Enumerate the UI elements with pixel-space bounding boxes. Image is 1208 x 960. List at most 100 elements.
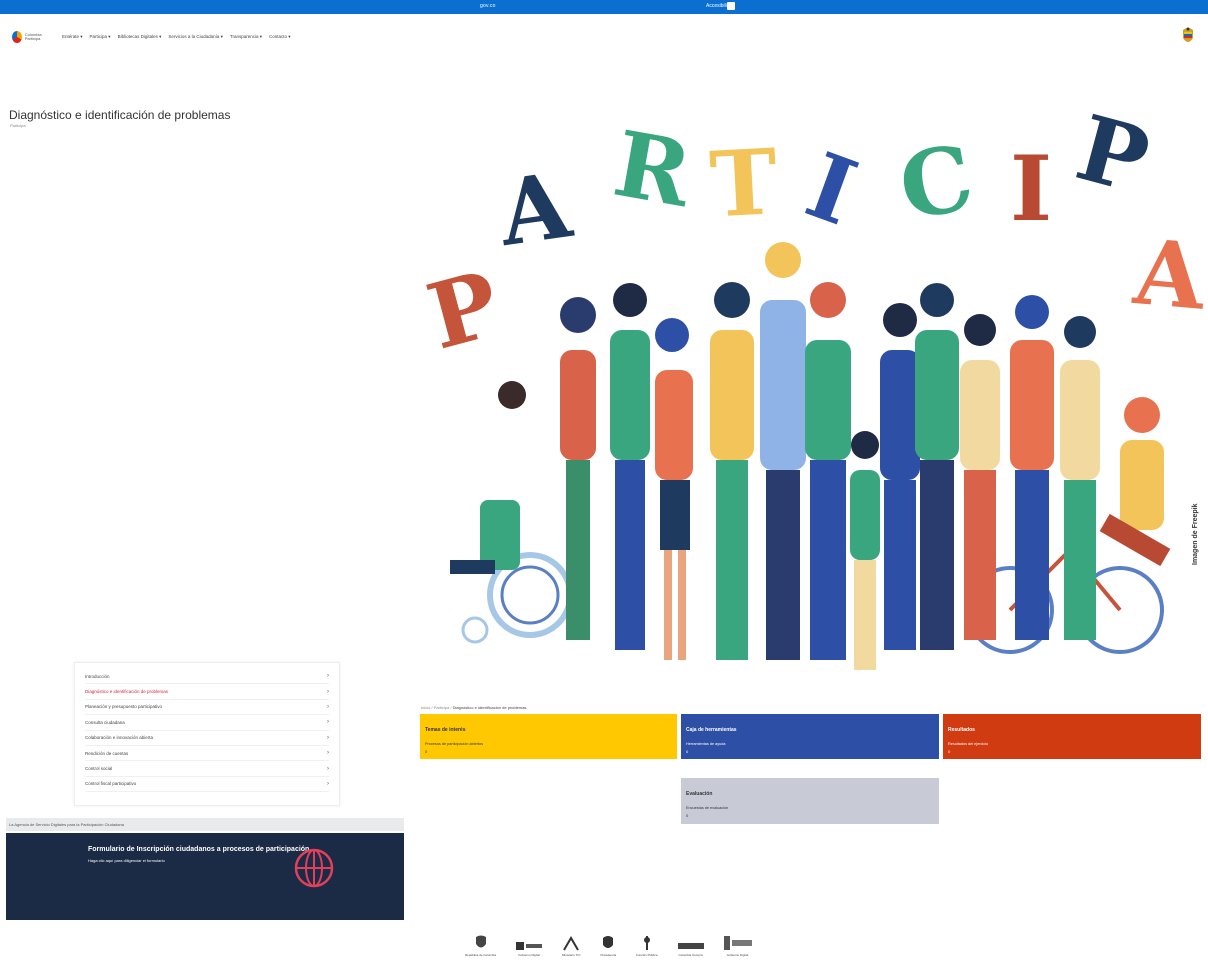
menu-item-introduccion[interactable]: Introducción › [85,669,329,685]
crowd-figures [450,242,1171,670]
promo-note-bar: La Agencia de Servicio Digitales para la… [6,818,404,831]
hero-letter-a2: A [1129,219,1208,331]
breadcrumb-current: Diagnóstico e identificación de problema… [452,705,527,710]
chevron-right-icon: › [327,673,329,680]
footer-logo-label: Ministerio TIC [562,953,581,957]
footer-logo-presidencia[interactable]: Presidencia [600,934,616,957]
menu-item-planeacion[interactable]: Planeación y presupuesto participativo › [85,700,329,716]
hero-letter-t: T [707,129,779,238]
menu-item-label: Control social [85,766,113,772]
card-count: 0 [948,749,951,754]
hero-letter-c: C [892,125,981,242]
side-menu: Introducción › Diagnóstico e identificaci… [74,662,340,806]
card-count: 0 [686,813,689,818]
card-title: Resultados [948,727,975,733]
hero-letter-a1: A [492,152,578,267]
site-header: Colombia Participa Entérate ▾ Participa … [0,24,1208,52]
footer-logo-colombia-compra[interactable]: Colombia Compra [677,940,704,957]
nav-item-enterate[interactable]: Entérate ▾ [62,34,83,40]
menu-item-label: Introducción [85,673,110,679]
nav-item-bibliotecas[interactable]: Bibliotecas Digitales ▾ [118,34,162,40]
registration-promo-banner[interactable]: Formulario de Inscripción ciudadanos a p… [6,833,404,920]
menu-item-diagnostico[interactable]: Diagnóstico e identificación de problema… [85,684,329,700]
nav-item-contacto[interactable]: Contacto ▾ [269,34,291,40]
footer-logo-colombia[interactable]: República de Colombia [465,934,496,957]
card-title: Caja de herramientas [686,727,737,733]
footer-logo-label: Gobierno Digital [726,953,749,957]
promo-note: La Agencia de Servicio Digitales para la… [9,822,124,827]
card-temas-interes[interactable]: Temas de interés Procesos de participaci… [420,714,677,759]
hero-letter-i1: I [793,132,869,246]
card-title: Evaluación [686,791,713,797]
mintic-logo-icon [563,936,580,951]
footer-logo-funcion-publica[interactable]: Función Pública [636,934,658,957]
card-subtitle: Resultados del ejercicio [948,742,989,746]
page-title: Diagnóstico e identificación de problema… [9,108,231,122]
menu-item-rendicion[interactable]: Rendición de cuentas › [85,746,329,762]
chevron-right-icon: › [327,780,329,787]
card-count: 0 [686,749,689,754]
presidencia-logo-icon [603,936,614,948]
card-subtitle: Encuestas de evaluación [686,806,729,810]
breadcrumb-item-inicio[interactable]: Inicio [421,705,430,710]
chevron-right-icon: › [327,765,329,772]
card-subtitle: Herramientas de ayuda [686,742,726,746]
menu-item-label: Consulta ciudadana [85,719,125,725]
menu-item-control-fiscal[interactable]: Control fiscal participativo › [85,777,329,793]
footer-logo-gobierno-digital[interactable]: Gobierno Digital [516,940,543,957]
chevron-right-icon: › [327,719,329,726]
hero-letter-i2: I [1010,136,1052,242]
globe-icon [294,848,334,888]
gobierno-logo-icon [516,942,543,950]
coat-of-arms-icon [1183,27,1193,42]
card-count: 0 [425,749,428,754]
gov-top-bar: gov.co Accesibilidad [0,0,1208,14]
menu-item-label: Control fiscal participativo [85,781,137,787]
logo-text: Colombia Participa [24,31,42,41]
nav-item-servicios[interactable]: Servicios a la Ciudadanía ▾ [168,34,223,40]
card-caja-herramientas[interactable]: Caja de herramientas Herramientas de ayu… [681,714,939,759]
hero-illustration: P A R T I C I P A [420,95,1208,670]
hero-letter-r: R [607,111,700,229]
footer-logo-label: Colombia Compra [678,953,703,957]
menu-item-label: Rendición de cuentas [85,750,129,756]
funcion-publica-logo-icon [643,936,650,950]
promo-title: Formulario de Inscripción ciudadanos a p… [88,846,310,853]
coat-of-arms-icon [475,935,486,948]
nav-item-transparencia[interactable]: Transparencia ▾ [230,34,262,40]
nav-item-participa[interactable]: Participa ▾ [90,34,111,40]
gov-co-link[interactable]: gov.co [480,3,496,9]
card-evaluacion[interactable]: Evaluación Encuestas de evaluación 0 [681,778,939,824]
accessibility-icon[interactable] [727,2,735,10]
footer-logo-label: Presidencia [600,953,617,957]
menu-item-control-social[interactable]: Control social › [85,761,329,777]
card-subtitle: Procesos de participación abiertos [425,742,484,746]
logo-mark-icon [12,31,22,43]
menu-item-label: Diagnóstico e identificación de problema… [85,689,169,695]
card-title: Temas de interés [425,727,466,733]
hero-image-credit: Imagen de Freepik [1192,503,1199,565]
menu-item-colaboracion[interactable]: Colaboración e innovación abierta › [85,731,329,746]
footer-logo-label: República de Colombia [465,953,497,957]
chevron-right-icon: › [327,750,329,757]
hero-letter-p2: P [1066,95,1159,215]
gobierno-digital-logo-icon [723,936,752,950]
chevron-right-icon: › [327,703,329,710]
breadcrumb: Inicio / Participa / Diagnóstico e ident… [421,705,527,710]
menu-item-label: Planeación y presupuesto participativo [85,704,163,710]
promo-subtitle[interactable]: Haga clic aquí para diligenciar el formu… [88,858,165,863]
card-resultados[interactable]: Resultados Resultados del ejercicio 0 [943,714,1201,759]
footer-logos: República de Colombia Gobierno Digital M… [465,934,752,957]
page-subtitle[interactable]: Participa [10,123,26,128]
footer-logo-label: Gobierno Digital [518,953,540,957]
hero-letter-p1: P [420,251,510,371]
footer-logo-mintic[interactable]: Ministerio TIC [562,936,580,957]
site-logo[interactable]: Colombia Participa [12,30,52,44]
chevron-right-icon: › [327,688,329,695]
chevron-right-icon: › [327,734,329,741]
breadcrumb-item-participa[interactable]: Participa [434,705,450,710]
footer-logo-gobierno-digital-2[interactable]: Gobierno Digital [723,934,752,957]
main-nav: Entérate ▾ Participa ▾ Bibliotecas Digit… [62,34,291,40]
menu-item-label: Colaboración e innovación abierta [85,735,154,741]
menu-item-consulta[interactable]: Consulta ciudadana › [85,715,329,731]
